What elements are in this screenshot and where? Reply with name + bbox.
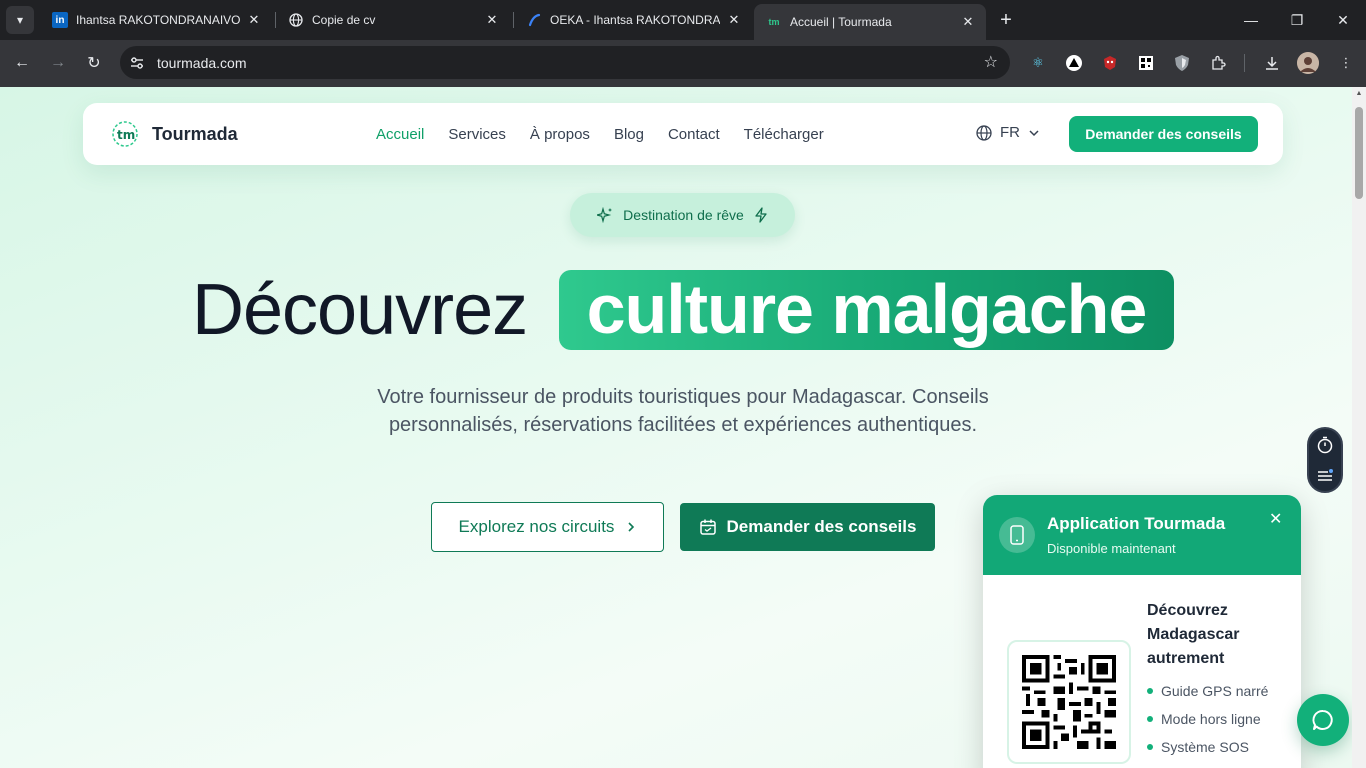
bookmark-star-icon[interactable]: ☆ [984,52,998,72]
ublock-icon[interactable] [1099,52,1121,74]
tab-oeka[interactable]: OEKA - Ihantsa RAKOTONDRAN ✕ [514,4,752,36]
badge-label: Destination de rêve [623,207,744,223]
close-tab-icon[interactable]: ✕ [960,14,976,30]
tab-title: Ihantsa RAKOTONDRANAIVO | L [76,13,240,27]
restore-button[interactable]: ❐ [1274,0,1320,40]
shield-extension-icon[interactable] [1171,52,1193,74]
tab-title: OEKA - Ihantsa RAKOTONDRAN [550,13,720,27]
close-tab-icon[interactable]: ✕ [246,12,262,28]
tab-title: Copie de cv [312,13,376,27]
qr-extension-icon[interactable] [1135,52,1157,74]
svg-text:tm: tm [117,128,135,142]
site-navbar: tm Tourmada Accueil Services À propos Bl… [83,103,1283,165]
nav-accueil[interactable]: Accueil [376,126,424,143]
app-popup-header: Application Tourmada Disponible maintena… [983,495,1301,575]
bullet-icon [1147,688,1153,694]
web-page: tm Tourmada Accueil Services À propos Bl… [0,87,1366,768]
hero-title: Découvrez culture malgache [0,269,1366,351]
hero-title-highlight: culture malgache [559,270,1174,350]
globe-icon [976,124,992,141]
page-scrollbar[interactable]: ▲ [1352,87,1366,768]
reload-button[interactable]: ↻ [79,48,109,78]
address-bar[interactable]: tourmada.com ☆ [120,46,1010,79]
chat-bubble-icon [1312,710,1333,730]
timer-icon[interactable] [1317,436,1333,454]
smartphone-icon [999,517,1035,553]
app-feature-label: Système SOS [1161,739,1249,755]
chevron-right-icon [628,522,635,532]
hero-subtitle-line2: personnalisés, réservations facilitées e… [388,414,978,436]
tourmada-icon: tm [768,17,780,27]
brand-name[interactable]: Tourmada [152,124,238,145]
language-selector[interactable]: FR [976,124,1040,141]
linkedin-icon: in [52,12,68,28]
destination-badge: Destination de rêve [570,193,795,237]
tab-tourmada[interactable]: tm Accueil | Tourmada ✕ [754,4,986,40]
explore-circuits-label: Explorez nos circuits [458,517,615,536]
react-devtools-icon[interactable]: ⚛ [1027,52,1049,74]
tab-copie-cv[interactable]: Copie de cv ✕ [276,4,510,36]
toolbar-separator [1244,54,1245,72]
nav-contact[interactable]: Contact [668,126,720,143]
language-label: FR [1000,124,1020,141]
chat-button[interactable] [1297,694,1349,746]
main-nav: Accueil Services À propos Blog Contact T… [376,126,824,143]
back-button[interactable]: ← [7,48,37,78]
tab-title: Accueil | Tourmada [790,15,892,29]
extensions-puzzle-icon[interactable] [1207,52,1229,74]
app-promo-popup: Application Tourmada Disponible maintena… [983,495,1301,768]
minimize-button[interactable]: — [1228,0,1274,40]
profile-avatar[interactable] [1297,52,1319,74]
lightning-icon [755,207,767,223]
menu-kebab-icon[interactable]: ⋮ [1335,52,1357,74]
triangle-extension-icon[interactable] [1063,52,1085,74]
nav-services[interactable]: Services [448,126,506,143]
explore-circuits-button[interactable]: Explorez nos circuits [431,502,664,552]
scroll-up-icon[interactable]: ▲ [1355,90,1363,98]
site-info-icon[interactable] [126,52,148,74]
close-tab-icon[interactable]: ✕ [484,12,500,28]
scrollbar-thumb[interactable] [1355,107,1363,199]
chevron-down-icon [1029,129,1039,136]
hero-subtitle: Votre fournisseur de produits touristiqu… [333,383,1033,439]
app-feature-label: Mode hors ligne [1161,711,1261,727]
globe-icon [288,12,304,28]
nav-telecharger[interactable]: Télécharger [744,126,824,143]
close-icon[interactable]: ✕ [1269,509,1282,529]
new-tab-button[interactable]: + [994,8,1018,32]
close-window-button[interactable]: ✕ [1320,0,1366,40]
tab-search-button[interactable]: ▾ [6,6,34,34]
nav-a-propos[interactable]: À propos [530,126,590,143]
bullet-icon [1147,716,1153,722]
download-icon[interactable] [1261,52,1283,74]
app-popup-title: Application Tourmada [1047,514,1226,533]
hero-title-plain: Découvrez [192,270,528,350]
app-feature-item: Guide GPS narré [1147,683,1268,699]
forward-button[interactable]: → [43,48,73,78]
browser-toolbar: ← → ↻ tourmada.com ☆ ⚛ ⋮ [0,40,1366,87]
floating-tools-widget[interactable] [1307,427,1343,493]
tourmada-logo-icon[interactable]: tm [111,120,139,148]
list-icon[interactable] [1317,468,1333,484]
close-tab-icon[interactable]: ✕ [726,12,742,28]
tab-linkedin[interactable]: in Ihantsa RAKOTONDRANAIVO | L ✕ [40,4,272,36]
app-qr-code [1007,640,1131,764]
hero-request-advice-label: Demander des conseils [726,517,917,536]
sparkles-icon [597,207,613,223]
app-popup-body-title: Découvrez Madagascar autrement [1147,602,1240,667]
app-feature-item: Système SOS [1147,739,1249,755]
bullet-icon [1147,744,1153,750]
url-text: tourmada.com [157,55,247,71]
hero-request-advice-button[interactable]: Demander des conseils [680,503,935,551]
tab-strip: ▾ in Ihantsa RAKOTONDRANAIVO | L ✕ Copie… [0,0,1366,40]
calendar-icon [699,519,716,535]
hero-subtitle-line1: Votre fournisseur de produits touristiqu… [377,386,989,408]
app-feature-label: Guide GPS narré [1161,683,1269,699]
app-feature-item: Mode hors ligne [1147,711,1261,727]
oeka-icon [526,12,542,28]
nav-blog[interactable]: Blog [614,126,644,143]
request-advice-button[interactable]: Demander des conseils [1069,116,1258,152]
app-popup-subtitle: Disponible maintenant [1047,541,1176,556]
